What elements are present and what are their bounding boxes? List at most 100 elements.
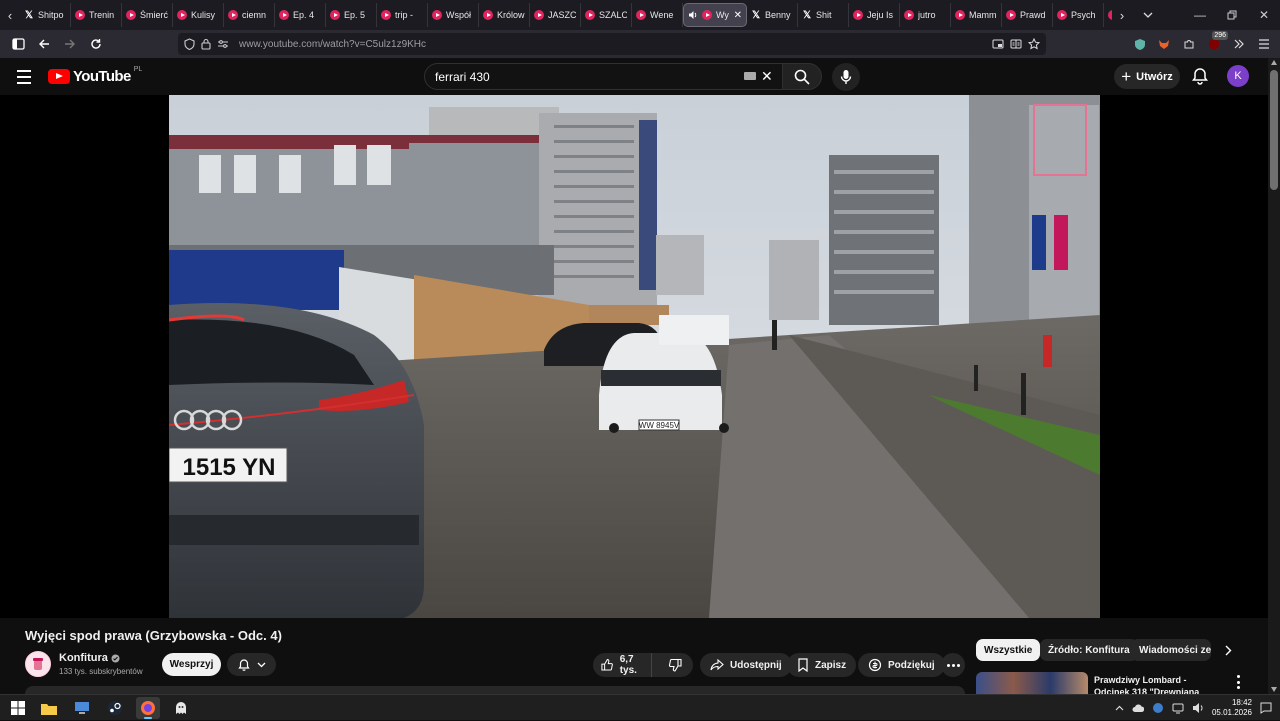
tab-scroll-right-button[interactable]: ›	[1112, 0, 1132, 30]
forward-button[interactable]	[58, 32, 82, 56]
notification-icon[interactable]	[1260, 702, 1272, 714]
chip-news[interactable]: Wiadomości ze ś	[1131, 639, 1211, 661]
browser-tab[interactable]: Śmierć	[122, 3, 173, 27]
extension-shield-button[interactable]	[1130, 34, 1150, 54]
picture-in-picture-icon[interactable]	[992, 38, 1004, 50]
create-button[interactable]: + Utwórz	[1114, 64, 1180, 89]
channel-avatar[interactable]	[25, 651, 51, 677]
chevron-up-icon[interactable]	[1115, 705, 1124, 711]
dislike-button[interactable]	[658, 653, 694, 677]
browser-tab-active[interactable]: Wy ✕	[683, 3, 747, 27]
browser-tab[interactable]: Prawd	[1002, 3, 1053, 27]
search-input[interactable]	[435, 69, 735, 84]
cloud-icon[interactable]	[1132, 702, 1144, 714]
taskbar-steam[interactable]	[103, 697, 127, 719]
browser-tab[interactable]: Ep. 5	[326, 3, 377, 27]
tab-scroll-left-button[interactable]: ‹	[0, 0, 20, 30]
subscription-notifications-button[interactable]	[227, 653, 276, 676]
recommendation-thumbnail[interactable]	[976, 672, 1088, 694]
browser-tab[interactable]: Ep. 4	[275, 3, 326, 27]
more-actions-button[interactable]	[941, 653, 965, 677]
close-tab-icon[interactable]: ✕	[734, 10, 742, 21]
account-avatar[interactable]: K	[1227, 65, 1249, 87]
youtube-logo[interactable]: YouTube PL	[48, 66, 142, 85]
lock-icon	[201, 38, 211, 50]
page-scrollbar[interactable]	[1268, 58, 1280, 694]
ublock-button[interactable]: 296	[1204, 31, 1228, 54]
save-button[interactable]: Zapisz	[787, 653, 857, 677]
scroll-thumb[interactable]	[1270, 70, 1278, 190]
browser-tab[interactable]: Psych	[1053, 3, 1104, 27]
address-bar[interactable]: www.youtube.com/watch?v=C5ulz1z9KHc	[178, 33, 1046, 55]
verified-icon	[111, 654, 120, 662]
reader-view-icon[interactable]	[1010, 38, 1022, 50]
thanks-button[interactable]: Podziękuj	[858, 653, 945, 677]
browser-tab[interactable]: Jeju Is	[849, 3, 900, 27]
search-button[interactable]	[782, 63, 822, 90]
browser-tab[interactable]: 𝕏 Shit	[798, 3, 849, 27]
clear-search-button[interactable]: ✕	[761, 68, 773, 85]
volume-icon[interactable]	[1192, 702, 1204, 714]
scroll-up-arrow[interactable]	[1271, 60, 1277, 65]
browser-tab[interactable]: Mamm	[951, 3, 1002, 27]
minimize-button[interactable]: —	[1184, 0, 1216, 30]
bookmark-star-icon[interactable]	[1028, 38, 1040, 50]
browser-tab[interactable]: 24 G	[1104, 3, 1112, 27]
browser-tab[interactable]: Wene	[632, 3, 683, 27]
network-icon[interactable]	[1172, 702, 1184, 714]
taskbar-file-explorer[interactable]	[37, 697, 61, 719]
tab-label: Wy	[716, 10, 729, 20]
windows-logo-icon	[11, 701, 25, 715]
browser-tab[interactable]: jutro	[900, 3, 951, 27]
tab-label: Mamm	[969, 10, 997, 20]
close-window-button[interactable]: ✕	[1248, 0, 1280, 30]
back-button[interactable]	[32, 32, 56, 56]
browser-tab[interactable]: Współ	[428, 3, 479, 27]
restore-button[interactable]	[1216, 0, 1248, 30]
chips-next-button[interactable]	[1218, 640, 1238, 660]
browser-tab[interactable]: Kulisy	[173, 3, 224, 27]
browser-tab[interactable]: trip -	[377, 3, 428, 27]
reload-button[interactable]	[84, 32, 108, 56]
keyboard-icon[interactable]	[744, 72, 756, 80]
taskbar-app-ghost[interactable]	[169, 697, 193, 719]
description-box[interactable]	[25, 686, 965, 694]
more-tools-button[interactable]	[1229, 34, 1249, 54]
browser-tab[interactable]: JASZC	[530, 3, 581, 27]
voice-search-button[interactable]	[832, 63, 860, 91]
speaker-icon[interactable]	[688, 10, 698, 20]
recommendation-menu-button[interactable]	[1234, 675, 1242, 689]
browser-menu-button[interactable]	[1254, 34, 1274, 54]
video-frame[interactable]: WW 8945V 1515 YN	[169, 95, 1100, 618]
search-box[interactable]	[424, 63, 786, 90]
vpn-tray-icon[interactable]	[1152, 702, 1164, 714]
notifications-button[interactable]	[1190, 66, 1210, 86]
chip-all[interactable]: Wszystkie	[976, 639, 1041, 661]
taskbar-control-panel[interactable]	[70, 697, 94, 719]
browser-tab[interactable]: 𝕏 Benny	[747, 3, 798, 27]
sidebar-toggle-button[interactable]	[6, 32, 30, 56]
share-button[interactable]: Udostępnij	[700, 653, 792, 677]
browser-tab[interactable]: ciemn	[224, 3, 275, 27]
support-button[interactable]: Wesprzyj	[162, 653, 221, 676]
start-button[interactable]	[6, 697, 30, 719]
guide-menu-button[interactable]	[14, 67, 34, 87]
scroll-down-arrow[interactable]	[1271, 687, 1277, 692]
browser-tab[interactable]: Trenin	[71, 3, 122, 27]
video-player[interactable]: WW 8945V 1515 YN	[0, 95, 1268, 618]
browser-tab[interactable]: Królow	[479, 3, 530, 27]
x-icon: 𝕏	[24, 9, 34, 21]
browser-tab[interactable]: 𝕏 Shitpo	[20, 3, 71, 27]
recommendation-title[interactable]: Prawdziwy Lombard - Odcinek 318 "Drewnia…	[1094, 674, 1224, 694]
taskbar-firefox[interactable]	[136, 697, 160, 719]
extension-fox-button[interactable]	[1154, 34, 1174, 54]
like-button[interactable]: 6,7 tys.	[593, 653, 652, 677]
permissions-icon	[218, 40, 228, 48]
channel-name-link[interactable]: Konfitura	[59, 652, 120, 664]
youtube-icon	[279, 10, 289, 20]
tab-list-dropdown-button[interactable]	[1132, 0, 1164, 30]
browser-tab[interactable]: SZALO	[581, 3, 632, 27]
chip-source[interactable]: Źródło: Konfitura	[1040, 639, 1138, 661]
extensions-button[interactable]	[1179, 34, 1199, 54]
clock[interactable]: 18:42 05.01.2026	[1212, 698, 1252, 718]
